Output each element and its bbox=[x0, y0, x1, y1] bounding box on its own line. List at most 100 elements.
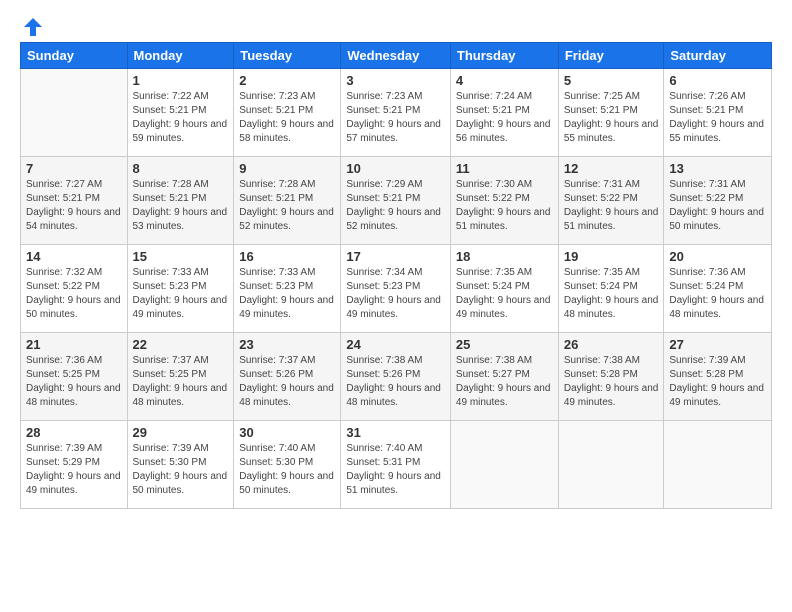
day-info: Sunrise: 7:40 AMSunset: 5:31 PMDaylight:… bbox=[346, 442, 445, 498]
day-info: Sunrise: 7:30 AMSunset: 5:22 PMDaylight:… bbox=[456, 178, 553, 234]
day-info: Sunrise: 7:31 AMSunset: 5:22 PMDaylight:… bbox=[669, 178, 766, 234]
day-number: 14 bbox=[26, 249, 122, 264]
day-info: Sunrise: 7:33 AMSunset: 5:23 PMDaylight:… bbox=[239, 266, 335, 322]
day-info: Sunrise: 7:36 AMSunset: 5:24 PMDaylight:… bbox=[669, 266, 766, 322]
calendar-cell: 9 Sunrise: 7:28 AMSunset: 5:21 PMDaylight… bbox=[234, 157, 341, 245]
day-number: 15 bbox=[133, 249, 229, 264]
day-info: Sunrise: 7:38 AMSunset: 5:28 PMDaylight:… bbox=[564, 354, 659, 410]
calendar-cell bbox=[21, 69, 128, 157]
calendar-cell: 5Sunrise: 7:25 AMSunset: 5:21 PMDaylight… bbox=[558, 69, 664, 157]
calendar-cell: 22Sunrise: 7:37 AMSunset: 5:25 PMDayligh… bbox=[127, 333, 234, 421]
calendar-week-row: 28 Sunrise: 7:39 AMSunset: 5:29 PMDayligh… bbox=[21, 421, 772, 509]
day-number: 11 bbox=[456, 161, 553, 176]
day-info: Sunrise: 7:38 AMSunset: 5:27 PMDaylight:… bbox=[456, 354, 553, 410]
calendar-week-row: 7 Sunrise: 7:27 AMSunset: 5:21 PMDaylight… bbox=[21, 157, 772, 245]
day-info: Sunrise: 7:37 AMSunset: 5:26 PMDaylight:… bbox=[239, 354, 335, 410]
column-header-tuesday: Tuesday bbox=[234, 43, 341, 69]
logo bbox=[20, 16, 44, 32]
day-number: 7 bbox=[26, 161, 122, 176]
calendar-cell: 19 Sunrise: 7:35 AMSunset: 5:24 PMDayligh… bbox=[558, 245, 664, 333]
calendar-cell: 30 Sunrise: 7:40 AMSunset: 5:30 PMDayligh… bbox=[234, 421, 341, 509]
day-number: 28 bbox=[26, 425, 122, 440]
day-info: Sunrise: 7:38 AMSunset: 5:26 PMDaylight:… bbox=[346, 354, 445, 410]
calendar-cell: 17 Sunrise: 7:34 AMSunset: 5:23 PMDayligh… bbox=[341, 245, 451, 333]
calendar-cell: 31 Sunrise: 7:40 AMSunset: 5:31 PMDayligh… bbox=[341, 421, 451, 509]
day-number: 9 bbox=[239, 161, 335, 176]
column-header-monday: Monday bbox=[127, 43, 234, 69]
calendar-cell: 14 Sunrise: 7:32 AMSunset: 5:22 PMDayligh… bbox=[21, 245, 128, 333]
calendar-cell: 10 Sunrise: 7:29 AMSunset: 5:21 PMDayligh… bbox=[341, 157, 451, 245]
day-number: 17 bbox=[346, 249, 445, 264]
day-number: 30 bbox=[239, 425, 335, 440]
day-info: Sunrise: 7:33 AMSunset: 5:23 PMDaylight:… bbox=[133, 266, 229, 322]
day-number: 18 bbox=[456, 249, 553, 264]
column-header-sunday: Sunday bbox=[21, 43, 128, 69]
day-info: Sunrise: 7:28 AMSunset: 5:21 PMDaylight:… bbox=[239, 178, 335, 234]
day-number: 22 bbox=[133, 337, 229, 352]
day-info: Sunrise: 7:22 AMSunset: 5:21 PMDaylight:… bbox=[133, 90, 229, 146]
day-number: 24 bbox=[346, 337, 445, 352]
day-number: 1 bbox=[133, 73, 229, 88]
day-info: Sunrise: 7:23 AMSunset: 5:21 PMDaylight:… bbox=[239, 90, 335, 146]
day-number: 19 bbox=[564, 249, 659, 264]
day-number: 20 bbox=[669, 249, 766, 264]
calendar-cell: 6 Sunrise: 7:26 AMSunset: 5:21 PMDaylight… bbox=[664, 69, 772, 157]
calendar-cell: 24 Sunrise: 7:38 AMSunset: 5:26 PMDayligh… bbox=[341, 333, 451, 421]
calendar-cell: 12 Sunrise: 7:31 AMSunset: 5:22 PMDayligh… bbox=[558, 157, 664, 245]
day-number: 21 bbox=[26, 337, 122, 352]
calendar-cell: 1 Sunrise: 7:22 AMSunset: 5:21 PMDaylight… bbox=[127, 69, 234, 157]
column-header-wednesday: Wednesday bbox=[341, 43, 451, 69]
day-info: Sunrise: 7:31 AMSunset: 5:22 PMDaylight:… bbox=[564, 178, 659, 234]
day-info: Sunrise: 7:28 AMSunset: 5:21 PMDaylight:… bbox=[133, 178, 229, 234]
calendar-cell: 3 Sunrise: 7:23 AMSunset: 5:21 PMDaylight… bbox=[341, 69, 451, 157]
day-info: Sunrise: 7:40 AMSunset: 5:30 PMDaylight:… bbox=[239, 442, 335, 498]
calendar-cell: 26Sunrise: 7:38 AMSunset: 5:28 PMDayligh… bbox=[558, 333, 664, 421]
calendar-week-row: 1 Sunrise: 7:22 AMSunset: 5:21 PMDaylight… bbox=[21, 69, 772, 157]
calendar-week-row: 14 Sunrise: 7:32 AMSunset: 5:22 PMDayligh… bbox=[21, 245, 772, 333]
calendar-cell: 16Sunrise: 7:33 AMSunset: 5:23 PMDayligh… bbox=[234, 245, 341, 333]
day-number: 23 bbox=[239, 337, 335, 352]
day-number: 2 bbox=[239, 73, 335, 88]
calendar-cell: 25 Sunrise: 7:38 AMSunset: 5:27 PMDayligh… bbox=[450, 333, 558, 421]
day-number: 25 bbox=[456, 337, 553, 352]
calendar-cell: 27Sunrise: 7:39 AMSunset: 5:28 PMDayligh… bbox=[664, 333, 772, 421]
day-number: 10 bbox=[346, 161, 445, 176]
calendar-cell: 20 Sunrise: 7:36 AMSunset: 5:24 PMDayligh… bbox=[664, 245, 772, 333]
calendar-table: SundayMondayTuesdayWednesdayThursdayFrid… bbox=[20, 42, 772, 509]
day-info: Sunrise: 7:23 AMSunset: 5:21 PMDaylight:… bbox=[346, 90, 445, 146]
day-info: Sunrise: 7:34 AMSunset: 5:23 PMDaylight:… bbox=[346, 266, 445, 322]
calendar-cell bbox=[450, 421, 558, 509]
calendar-cell: 13 Sunrise: 7:31 AMSunset: 5:22 PMDayligh… bbox=[664, 157, 772, 245]
day-info: Sunrise: 7:35 AMSunset: 5:24 PMDaylight:… bbox=[564, 266, 659, 322]
day-number: 4 bbox=[456, 73, 553, 88]
day-number: 12 bbox=[564, 161, 659, 176]
day-number: 8 bbox=[133, 161, 229, 176]
day-number: 31 bbox=[346, 425, 445, 440]
page-container: SundayMondayTuesdayWednesdayThursdayFrid… bbox=[0, 0, 792, 519]
day-info: Sunrise: 7:39 AMSunset: 5:28 PMDaylight:… bbox=[669, 354, 766, 410]
calendar-cell: 23 Sunrise: 7:37 AMSunset: 5:26 PMDayligh… bbox=[234, 333, 341, 421]
column-header-friday: Friday bbox=[558, 43, 664, 69]
day-info: Sunrise: 7:27 AMSunset: 5:21 PMDaylight:… bbox=[26, 178, 122, 234]
calendar-cell: 4Sunrise: 7:24 AMSunset: 5:21 PMDaylight… bbox=[450, 69, 558, 157]
day-info: Sunrise: 7:35 AMSunset: 5:24 PMDaylight:… bbox=[456, 266, 553, 322]
calendar-cell: 8 Sunrise: 7:28 AMSunset: 5:21 PMDaylight… bbox=[127, 157, 234, 245]
calendar-cell: 7 Sunrise: 7:27 AMSunset: 5:21 PMDaylight… bbox=[21, 157, 128, 245]
day-number: 13 bbox=[669, 161, 766, 176]
day-info: Sunrise: 7:29 AMSunset: 5:21 PMDaylight:… bbox=[346, 178, 445, 234]
day-info: Sunrise: 7:39 AMSunset: 5:29 PMDaylight:… bbox=[26, 442, 122, 498]
day-info: Sunrise: 7:32 AMSunset: 5:22 PMDaylight:… bbox=[26, 266, 122, 322]
header bbox=[20, 16, 772, 32]
calendar-cell: 2 Sunrise: 7:23 AMSunset: 5:21 PMDaylight… bbox=[234, 69, 341, 157]
day-info: Sunrise: 7:36 AMSunset: 5:25 PMDaylight:… bbox=[26, 354, 122, 410]
calendar-header-row: SundayMondayTuesdayWednesdayThursdayFrid… bbox=[21, 43, 772, 69]
calendar-cell bbox=[664, 421, 772, 509]
column-header-thursday: Thursday bbox=[450, 43, 558, 69]
logo-icon bbox=[22, 16, 44, 38]
day-info: Sunrise: 7:26 AMSunset: 5:21 PMDaylight:… bbox=[669, 90, 766, 146]
calendar-cell: 11 Sunrise: 7:30 AMSunset: 5:22 PMDayligh… bbox=[450, 157, 558, 245]
day-number: 3 bbox=[346, 73, 445, 88]
day-number: 5 bbox=[564, 73, 659, 88]
day-number: 6 bbox=[669, 73, 766, 88]
calendar-cell: 21 Sunrise: 7:36 AMSunset: 5:25 PMDayligh… bbox=[21, 333, 128, 421]
